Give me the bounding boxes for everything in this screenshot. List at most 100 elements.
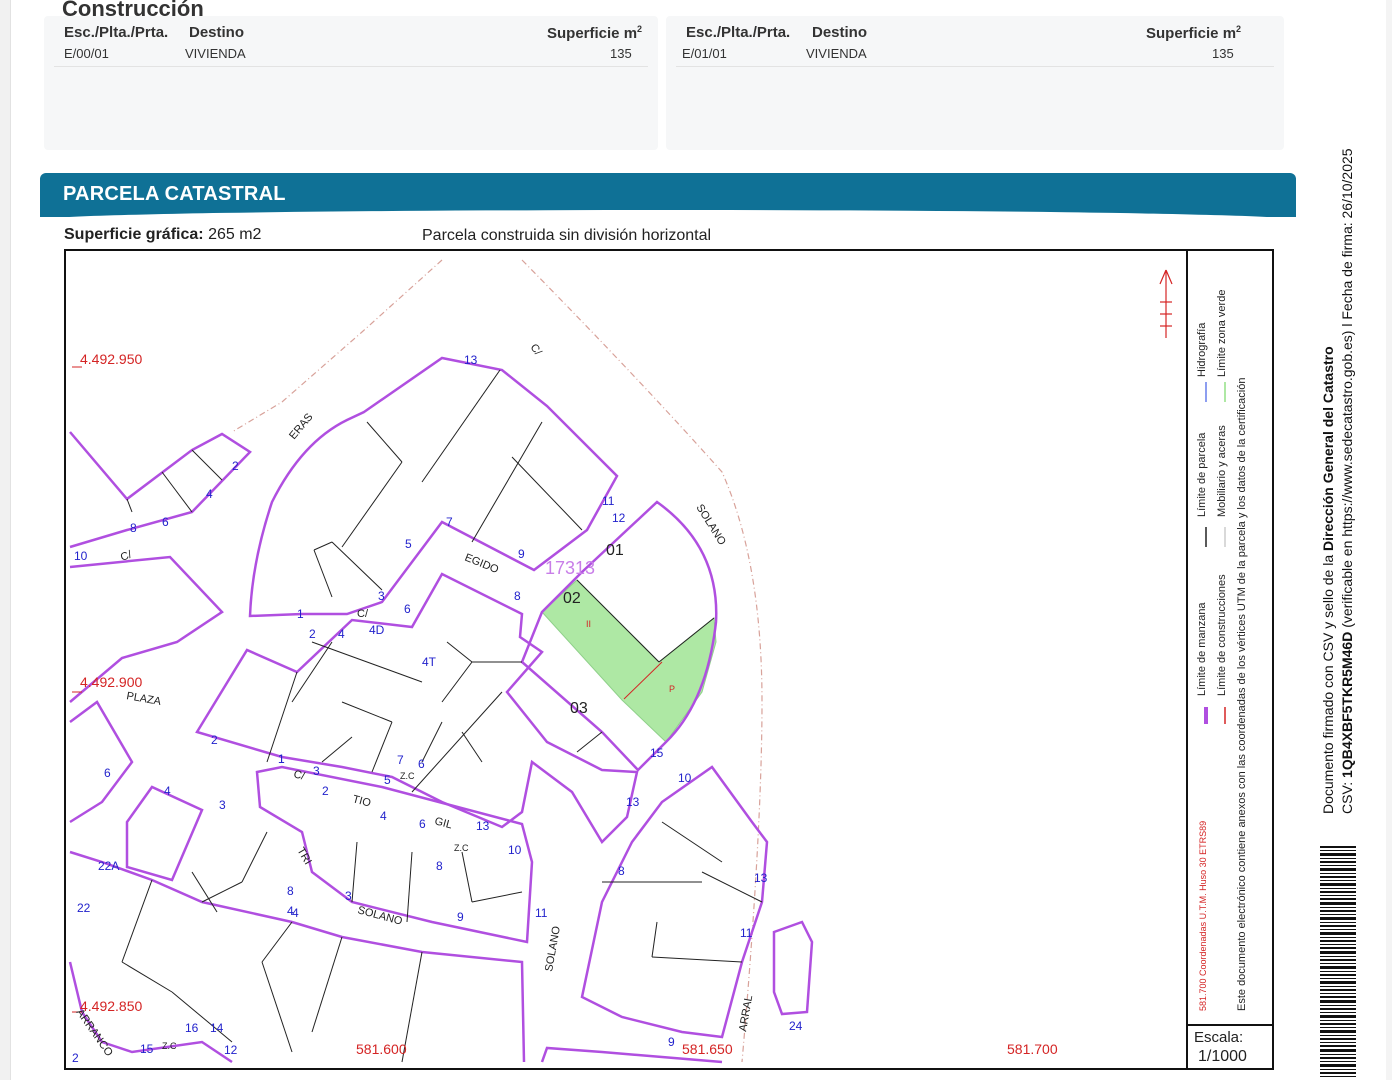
street-label: ERAS	[287, 411, 315, 442]
house-number: 9	[668, 1035, 675, 1049]
house-number: 3	[313, 764, 320, 778]
page-right-edge	[1386, 0, 1392, 1080]
street-label: Z.C	[400, 771, 415, 781]
coord-y-label: 4.492.850	[80, 998, 142, 1014]
boundary-dashed	[231, 259, 443, 433]
house-number: 2	[232, 459, 239, 473]
header-superficie: Superficie m2	[547, 24, 643, 42]
street-label: Z.C	[162, 1041, 177, 1051]
house-number: 5	[384, 773, 391, 787]
street-label: SOLANO	[693, 502, 728, 548]
house-number: 12	[224, 1043, 238, 1057]
barcode-icon	[1320, 846, 1356, 1077]
house-number: 14	[210, 1021, 224, 1035]
header-esc: Esc./Plta./Prta.	[64, 24, 169, 41]
house-number: 8	[618, 864, 625, 878]
street-label: ARRANCO	[74, 1007, 116, 1059]
parcela-title: PARCELA CATASTRAL	[63, 183, 286, 205]
coord-y-label: 4.492.900	[80, 674, 142, 690]
page-left-edge	[0, 0, 11, 1080]
row-divider	[676, 66, 1274, 67]
superficie-value: 265 m2	[208, 226, 262, 243]
coord-x-label: 581.600	[356, 1041, 407, 1057]
house-number: 10	[678, 771, 692, 785]
house-number: 13	[754, 871, 768, 885]
svg-text:II: II	[586, 619, 591, 629]
street-label: Z.C	[454, 843, 469, 853]
house-number: 6	[404, 602, 411, 616]
house-number: 11	[740, 926, 753, 940]
house-number: 15	[650, 746, 664, 760]
street-label: PLAZA	[125, 690, 162, 708]
house-number: 4	[164, 784, 171, 798]
row1-destino: VIVIENDA	[185, 46, 246, 61]
house-number: 2	[309, 627, 316, 641]
coord-x-label: 581.650	[682, 1041, 733, 1057]
construction-panel-right: Esc./Plta./Prta. Destino Superficie m2 E…	[666, 16, 1284, 150]
svg-text:P: P	[669, 684, 675, 694]
house-number: 15	[140, 1042, 154, 1056]
house-number: 8	[130, 521, 137, 535]
cadastral-map: 4.492.950 4.492.900 4.492.850 581.600 58…	[64, 249, 1274, 1070]
legend-item: Límite de construcciones	[1216, 574, 1228, 696]
house-number: 11	[602, 494, 615, 508]
coord-x-label: 581.700	[1007, 1041, 1058, 1057]
house-number: 4	[338, 627, 345, 641]
street-label: C/	[357, 608, 369, 620]
street-label: SOLANO	[543, 925, 563, 973]
subparcel-label: 01	[606, 542, 624, 559]
street-label: GIL	[433, 815, 453, 831]
header-destino: Destino	[189, 24, 245, 41]
house-number: 22	[77, 901, 91, 915]
house-number: 9	[518, 547, 525, 561]
utm-note: 581.700 Coordenadas U.T.M. Huso 30 ETRS8…	[1198, 820, 1208, 1011]
house-number: 4D	[369, 623, 385, 637]
house-number: 13	[476, 819, 490, 833]
scale-value: 1/1000	[1198, 1048, 1247, 1065]
street-label: C/	[292, 768, 307, 783]
legend-item: Límite zona verde	[1216, 289, 1228, 377]
house-number: 3	[378, 589, 385, 603]
row1-superficie: 135	[610, 46, 632, 61]
coord-y-label: 4.492.950	[80, 351, 142, 367]
house-number: 8	[514, 589, 521, 603]
house-number: 5	[405, 537, 412, 551]
row2-esc: E/01/01	[682, 46, 727, 61]
legend-item: Hidrografía	[1196, 322, 1208, 377]
parcel-reference: 17313	[545, 558, 595, 578]
scale-label: Escala:	[1194, 1029, 1244, 1046]
house-number: 3	[345, 889, 352, 903]
street-label: ARRAL	[737, 994, 755, 1032]
house-number: 8	[436, 859, 443, 873]
construction-panel-left: Esc./Plta./Prta. Destino Superficie m2 E…	[44, 16, 658, 150]
house-number: 7	[446, 515, 453, 529]
legend-note: Este documento electrónico contiene anex…	[1236, 377, 1248, 1011]
house-number: 8	[287, 884, 294, 898]
header-esc: Esc./Plta./Prta.	[686, 24, 791, 41]
subparcel-label: 02	[563, 590, 581, 607]
house-number: 4T	[422, 655, 437, 669]
house-number: 6	[419, 817, 426, 831]
north-arrow-icon	[1159, 269, 1173, 338]
house-number: 4	[206, 487, 213, 501]
row2-destino: VIVIENDA	[806, 46, 867, 61]
street-label: TIO	[351, 793, 372, 809]
house-number: 9	[457, 910, 464, 924]
house-number: 3	[219, 798, 226, 812]
header-superficie: Superficie m2	[1146, 24, 1242, 42]
house-number: 10	[74, 549, 88, 563]
house-number: 6	[418, 757, 425, 771]
header-destino: Destino	[812, 24, 868, 41]
house-number: 7	[397, 753, 404, 767]
street-label: C/	[528, 342, 545, 359]
legend-item: Límite de parcela	[1196, 432, 1208, 517]
house-number: 10	[508, 843, 522, 857]
map-svg: 4.492.950 4.492.900 4.492.850 581.600 58…	[68, 251, 1226, 1068]
house-number: 6	[104, 766, 111, 780]
superficie-grafica: Superficie gráfica: 265 m2	[64, 226, 261, 244]
row1-esc: E/00/01	[64, 46, 109, 61]
house-number: 16	[185, 1021, 199, 1035]
superficie-label: Superficie gráfica:	[64, 226, 204, 243]
house-number: 1	[297, 607, 304, 621]
house-number: 2	[211, 733, 218, 747]
